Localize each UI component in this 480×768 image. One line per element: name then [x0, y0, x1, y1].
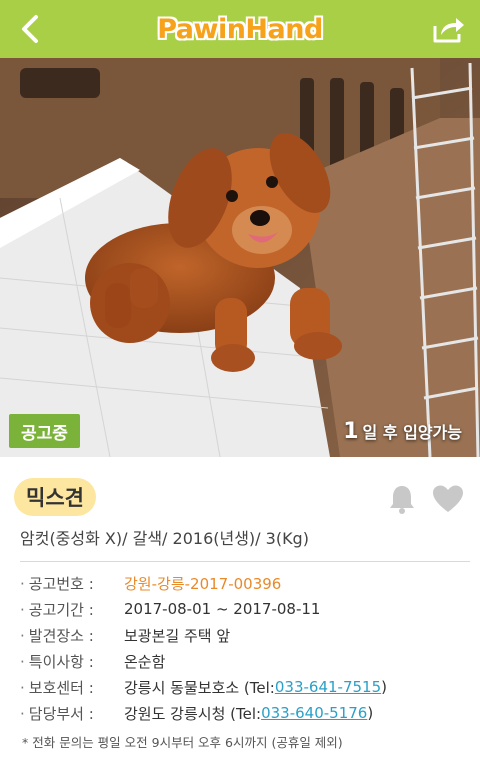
shelter-phone-link[interactable]: 033-641-7515	[275, 678, 381, 696]
pet-photo: 공고중 1 일 후 입양가능	[0, 58, 480, 457]
shelter-value: 강릉시 동물보호소 (Tel:	[124, 678, 275, 697]
divider	[20, 561, 470, 562]
detail-notice-period: 공고기간 : 2017-08-01 ~ 2017-08-11	[20, 596, 470, 622]
adoption-days: 1	[343, 418, 359, 444]
logo-text: PawinHand	[157, 13, 323, 45]
detail-label: 공고번호 :	[20, 573, 124, 594]
detail-label: 특이사항 :	[20, 651, 124, 672]
adoption-availability: 1 일 후 입양가능	[343, 414, 462, 448]
share-button[interactable]	[430, 10, 468, 48]
department-close-paren: )	[367, 704, 374, 722]
department-value: 강원도 강릉시청 (Tel:	[124, 704, 262, 723]
share-icon	[433, 18, 464, 43]
note-value: 온순함	[124, 652, 166, 671]
pet-summary: 암컷(중성화 X)/ 갈색/ 2016(년생)/ 3(Kg)	[20, 529, 309, 548]
bell-icon	[390, 486, 414, 514]
chevron-left-icon	[22, 15, 38, 43]
breed-badge: 믹스견	[14, 478, 96, 516]
shelter-close-paren: )	[381, 678, 387, 696]
top-bar: PawinHand	[0, 0, 480, 58]
detail-shelter: 보호센터 : 강릉시 동물보호소 (Tel: 033-641-7515 )	[20, 674, 470, 700]
detail-found-place: 발견장소 : 보광본길 주택 앞	[20, 622, 470, 648]
detail-label: 공고기간 :	[20, 599, 124, 620]
app-logo: PawinHand	[157, 8, 323, 50]
heart-icon	[433, 485, 463, 512]
detail-department: 담당부서 : 강원도 강릉시청 (Tel: 033-640-5176 )	[20, 700, 470, 726]
notice-number-value: 강원-강릉-2017-00396	[124, 574, 282, 593]
notice-period-value: 2017-08-01 ~ 2017-08-11	[124, 600, 321, 618]
detail-label: 발견장소 :	[20, 625, 124, 646]
detail-label: 담당부서 :	[20, 703, 124, 724]
favorite-button[interactable]	[430, 482, 466, 516]
back-button[interactable]	[12, 10, 48, 48]
notification-button[interactable]	[386, 482, 418, 516]
department-phone-link[interactable]: 033-640-5176	[261, 704, 367, 722]
status-badge: 공고중	[9, 414, 80, 448]
detail-notice-number: 공고번호 : 강원-강릉-2017-00396	[20, 570, 470, 596]
detail-note: 특이사항 : 온순함	[20, 648, 470, 674]
detail-label: 보호센터 :	[20, 677, 124, 698]
phone-hours-notice: * 전화 문의는 평일 오전 9시부터 오후 6시까지 (공휴일 제외)	[22, 735, 343, 750]
adoption-days-suffix: 일 후 입양가능	[362, 423, 462, 442]
detail-list: 공고번호 : 강원-강릉-2017-00396 공고기간 : 2017-08-0…	[20, 570, 470, 726]
found-place-value: 보광본길 주택 앞	[124, 626, 231, 645]
